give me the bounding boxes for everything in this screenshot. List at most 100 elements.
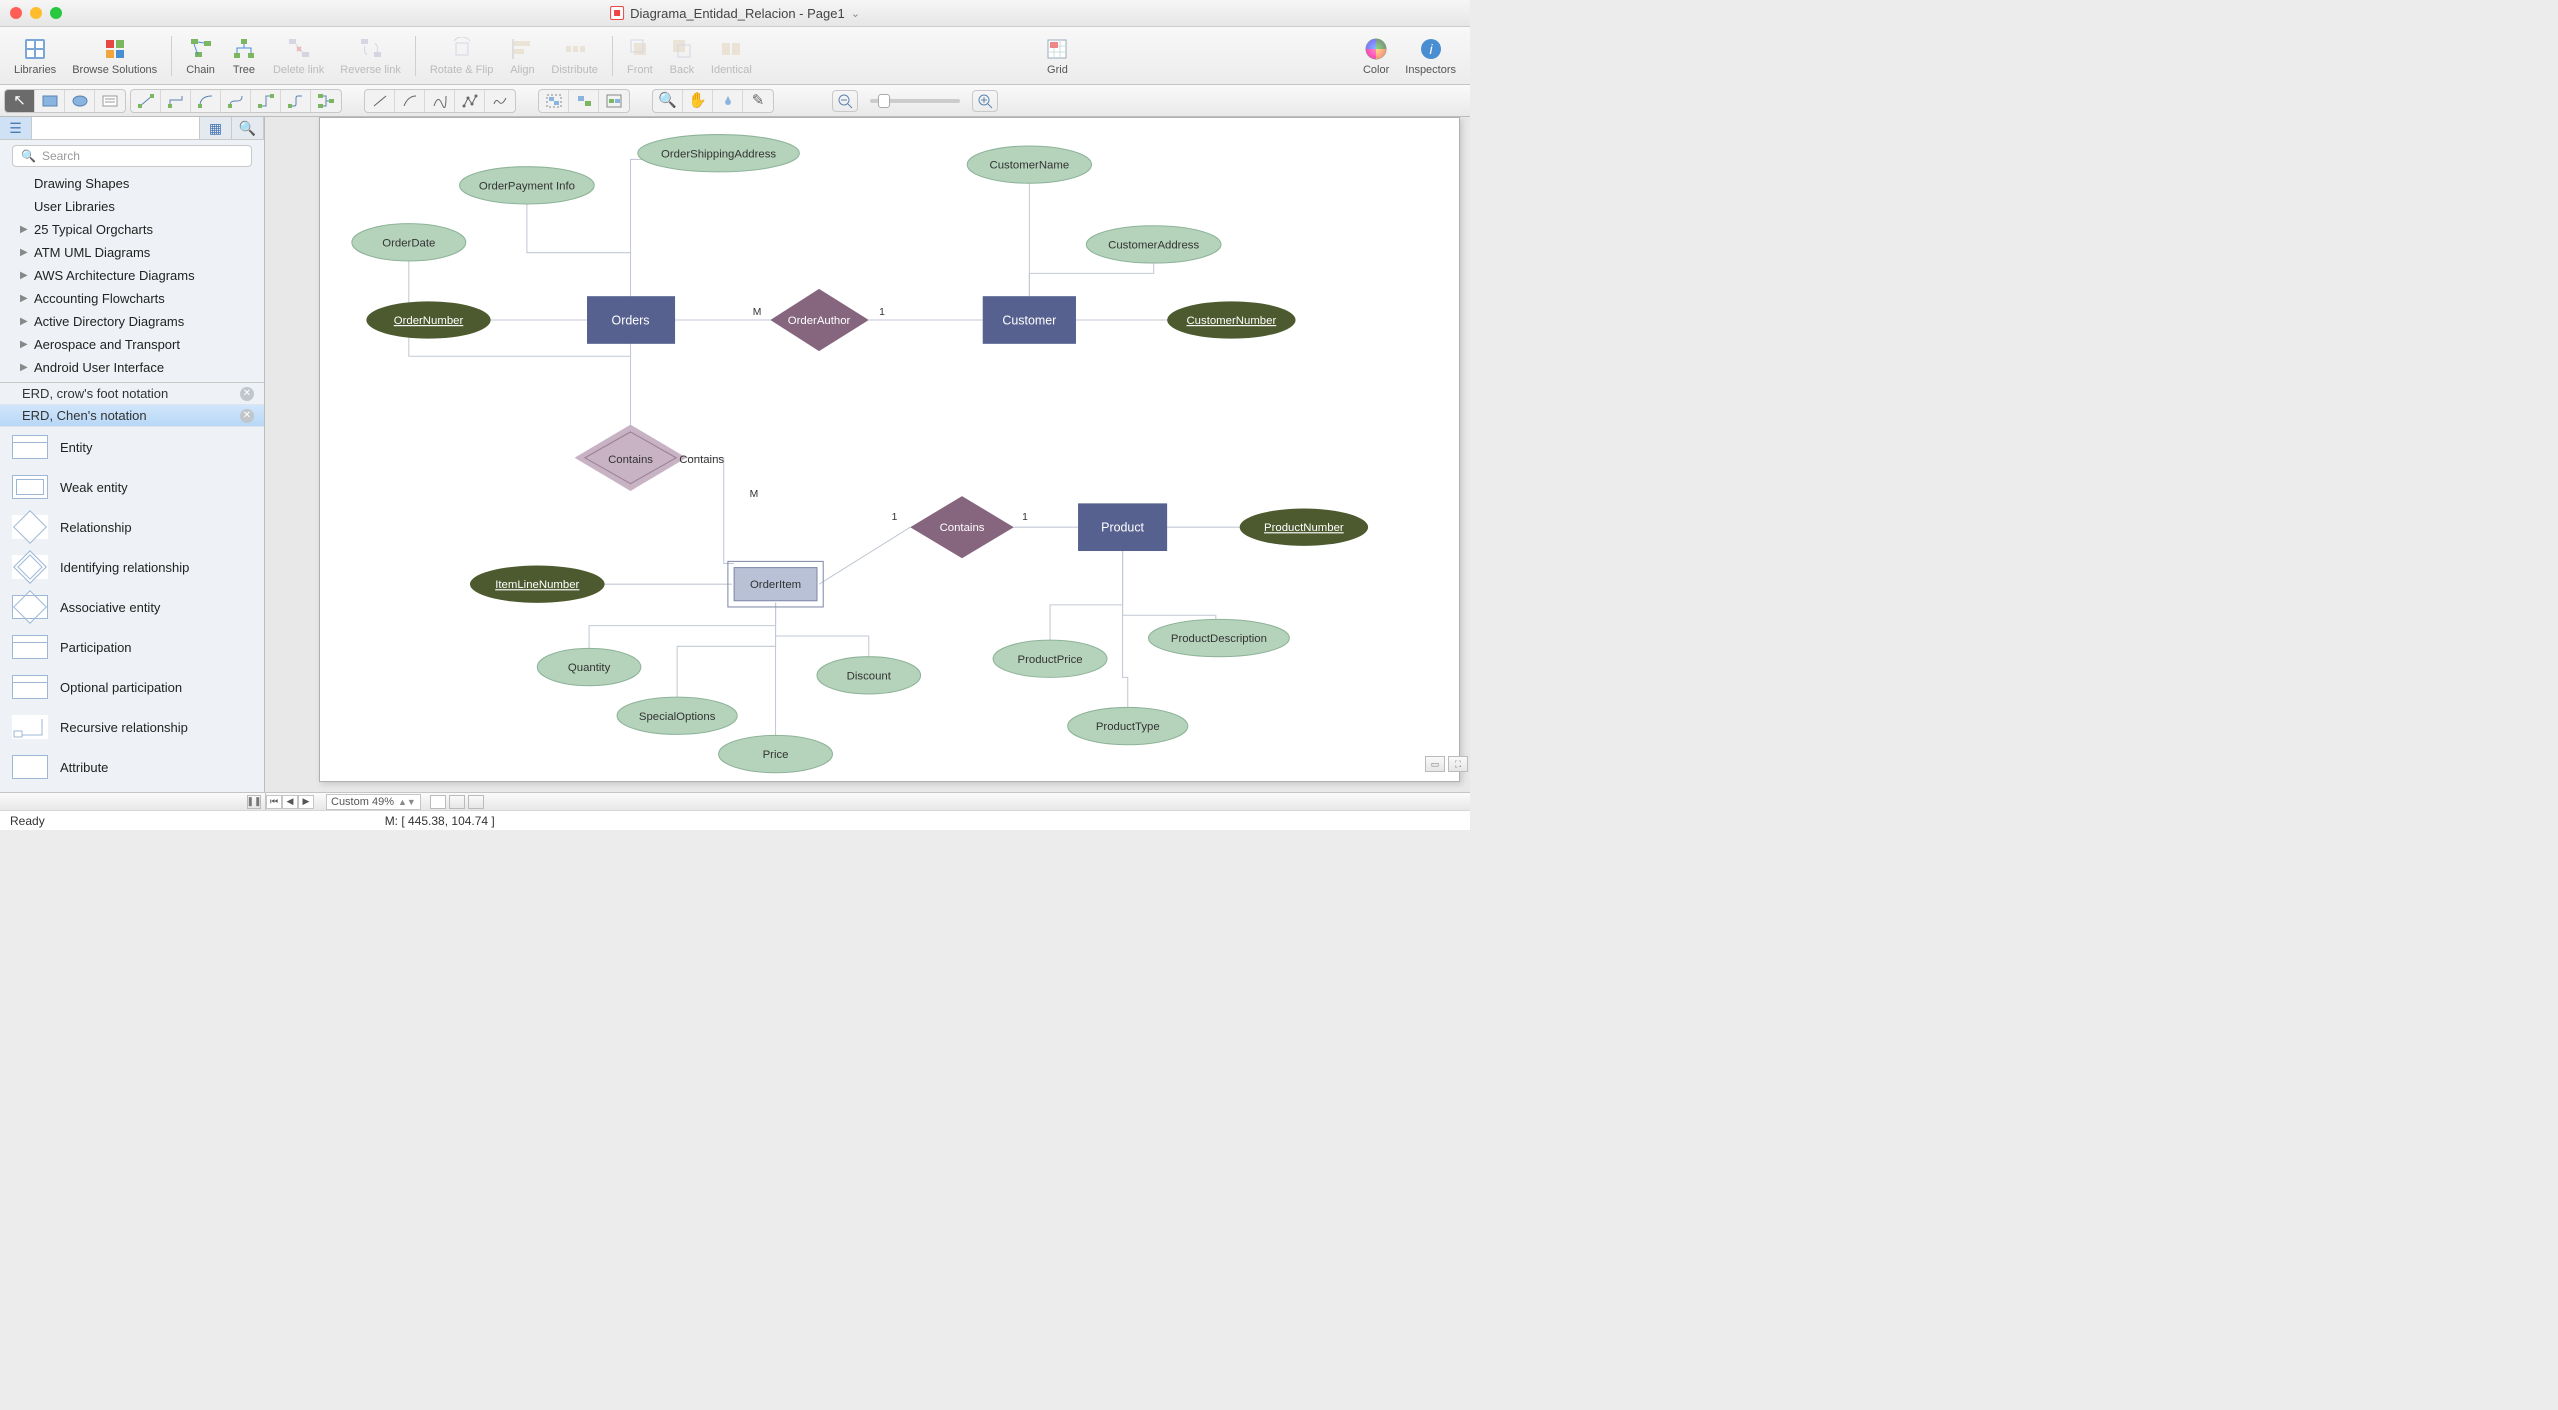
presentation-mode[interactable]: ▭ [1425, 756, 1445, 772]
color-button[interactable]: Color [1355, 36, 1397, 76]
zoom-in[interactable] [972, 90, 998, 112]
window-maximize[interactable] [50, 7, 62, 19]
pause-icon[interactable]: ❚❚ [247, 795, 261, 809]
attr-orderdate[interactable]: OrderDate [352, 224, 466, 261]
window-minimize[interactable] [30, 7, 42, 19]
stencil-item[interactable]: Recursive relationship [0, 707, 264, 747]
page-tab-2[interactable] [449, 795, 465, 809]
library-category[interactable]: ▶AWS Architecture Diagrams [0, 264, 264, 287]
rect-tool[interactable] [35, 90, 65, 112]
library-category[interactable]: ▶ATM UML Diagrams [0, 241, 264, 264]
close-icon[interactable]: ✕ [240, 387, 254, 401]
connector-bezier[interactable] [221, 90, 251, 112]
spline-tool[interactable] [425, 90, 455, 112]
library-category[interactable]: Drawing Shapes [0, 172, 264, 195]
ellipse-tool[interactable] [65, 90, 95, 112]
next-page[interactable]: ▶ [298, 795, 314, 809]
pan-tool[interactable]: ✋ [683, 90, 713, 112]
fullscreen[interactable]: ⛶ [1448, 756, 1468, 772]
document-title[interactable]: Diagrama_Entidad_Relacion - Page1 ⌄ [610, 6, 860, 21]
attr-price[interactable]: Price [719, 735, 833, 772]
connector-round[interactable] [281, 90, 311, 112]
library-category-list[interactable]: Drawing ShapesUser Libraries▶25 Typical … [0, 172, 264, 382]
connector-smart[interactable] [251, 90, 281, 112]
stencil-item[interactable]: Attribute [0, 747, 264, 787]
zoom-combo[interactable]: Custom 49%▲▼ [326, 794, 421, 810]
stencil-item[interactable]: Associative entity [0, 587, 264, 627]
stencil-tab-crowfoot[interactable]: ERD, crow's foot notation ✕ [0, 383, 264, 405]
selection-tool[interactable]: ↖ [5, 90, 35, 112]
attr-orderpayment[interactable]: OrderPayment Info [460, 167, 595, 204]
canvas-area[interactable]: M 1 1 M [265, 117, 1470, 792]
stencil-tab-chen[interactable]: ERD, Chen's notation ✕ [0, 405, 264, 427]
connector-l[interactable] [161, 90, 191, 112]
library-category[interactable]: ▶25 Typical Orgcharts [0, 218, 264, 241]
close-icon[interactable]: ✕ [240, 409, 254, 423]
page-tab-1[interactable] [430, 795, 446, 809]
attr-productnumber[interactable]: ProductNumber [1240, 509, 1368, 546]
stencil-item[interactable]: Optional participation [0, 667, 264, 707]
stencil-item[interactable]: Entity [0, 427, 264, 467]
pencil-tool[interactable]: ✎ [743, 90, 773, 112]
sidebar-mode-tree[interactable]: ☰ [0, 117, 32, 139]
group-tool[interactable] [539, 90, 569, 112]
container-tool[interactable] [599, 90, 629, 112]
library-category[interactable]: ▶Accounting Flowcharts [0, 287, 264, 310]
text-tool[interactable] [95, 90, 125, 112]
zoom-slider[interactable] [870, 99, 960, 103]
inspectors-button[interactable]: i Inspectors [1397, 36, 1464, 76]
attr-ordernumber[interactable]: OrderNumber [366, 301, 490, 338]
attr-itemlinenumber[interactable]: ItemLineNumber [470, 566, 605, 603]
attr-quantity[interactable]: Quantity [537, 648, 641, 685]
library-category[interactable]: ▶Android User Interface [0, 356, 264, 379]
freehand-tool[interactable] [485, 90, 515, 112]
connector-multi[interactable] [311, 90, 341, 112]
attr-discount[interactable]: Discount [817, 657, 921, 694]
sidebar-mode-grid[interactable]: ▦ [200, 117, 232, 139]
zoom-tool[interactable]: 🔍 [653, 90, 683, 112]
browse-solutions-button[interactable]: Browse Solutions [64, 36, 165, 76]
window-close[interactable] [10, 7, 22, 19]
arc-tool[interactable] [395, 90, 425, 112]
line-tool[interactable] [365, 90, 395, 112]
prev-page[interactable]: ◀ [282, 795, 298, 809]
er-diagram[interactable]: M 1 1 M [320, 118, 1459, 781]
stencil-item[interactable]: Weak entity [0, 467, 264, 507]
stencil-item[interactable]: Identifying relationship [0, 547, 264, 587]
attr-producttype[interactable]: ProductType [1068, 707, 1188, 744]
libraries-button[interactable]: Libraries [6, 36, 64, 76]
entity-orders[interactable]: Orders [587, 296, 675, 344]
attr-customeraddress[interactable]: CustomerAddress [1086, 226, 1221, 263]
entity-orderitem[interactable]: OrderItem [728, 561, 823, 607]
attr-ordershipping[interactable]: OrderShippingAddress [638, 135, 800, 172]
entity-product[interactable]: Product [1078, 503, 1167, 551]
zoom-out[interactable] [832, 90, 858, 112]
connector-direct[interactable] [131, 90, 161, 112]
drawing-page[interactable]: M 1 1 M [319, 117, 1460, 782]
rel-contains-product[interactable]: Contains [910, 496, 1014, 558]
tree-button[interactable]: Tree [223, 36, 265, 76]
attr-customername[interactable]: CustomerName [967, 146, 1091, 183]
stencil-item[interactable]: Relationship [0, 507, 264, 547]
library-category[interactable]: ▶Active Directory Diagrams [0, 310, 264, 333]
attr-productdescription[interactable]: ProductDescription [1148, 619, 1289, 656]
library-search[interactable]: 🔍 Search [12, 145, 252, 167]
grid-button[interactable]: Grid [1036, 36, 1078, 76]
stencil-item[interactable]: Participation [0, 627, 264, 667]
drop-tool[interactable] [713, 90, 743, 112]
rel-contains-orders[interactable]: Contains Contains [575, 425, 725, 491]
poly-tool[interactable] [455, 90, 485, 112]
connector-arc[interactable] [191, 90, 221, 112]
library-category[interactable]: ▶Aerospace and Transport [0, 333, 264, 356]
attr-customernumber[interactable]: CustomerNumber [1167, 301, 1295, 338]
attr-specialoptions[interactable]: SpecialOptions [617, 697, 737, 734]
rel-orderauthor[interactable]: OrderAuthor [770, 289, 868, 351]
entity-customer[interactable]: Customer [983, 296, 1076, 344]
page-tab-3[interactable] [468, 795, 484, 809]
chain-button[interactable]: Chain [178, 36, 223, 76]
attr-productprice[interactable]: ProductPrice [993, 640, 1107, 677]
sidebar-mode-search[interactable]: 🔍 [232, 117, 264, 139]
library-category[interactable]: User Libraries [0, 195, 264, 218]
first-page[interactable]: ⏮ [266, 795, 282, 809]
ungroup-tool[interactable] [569, 90, 599, 112]
